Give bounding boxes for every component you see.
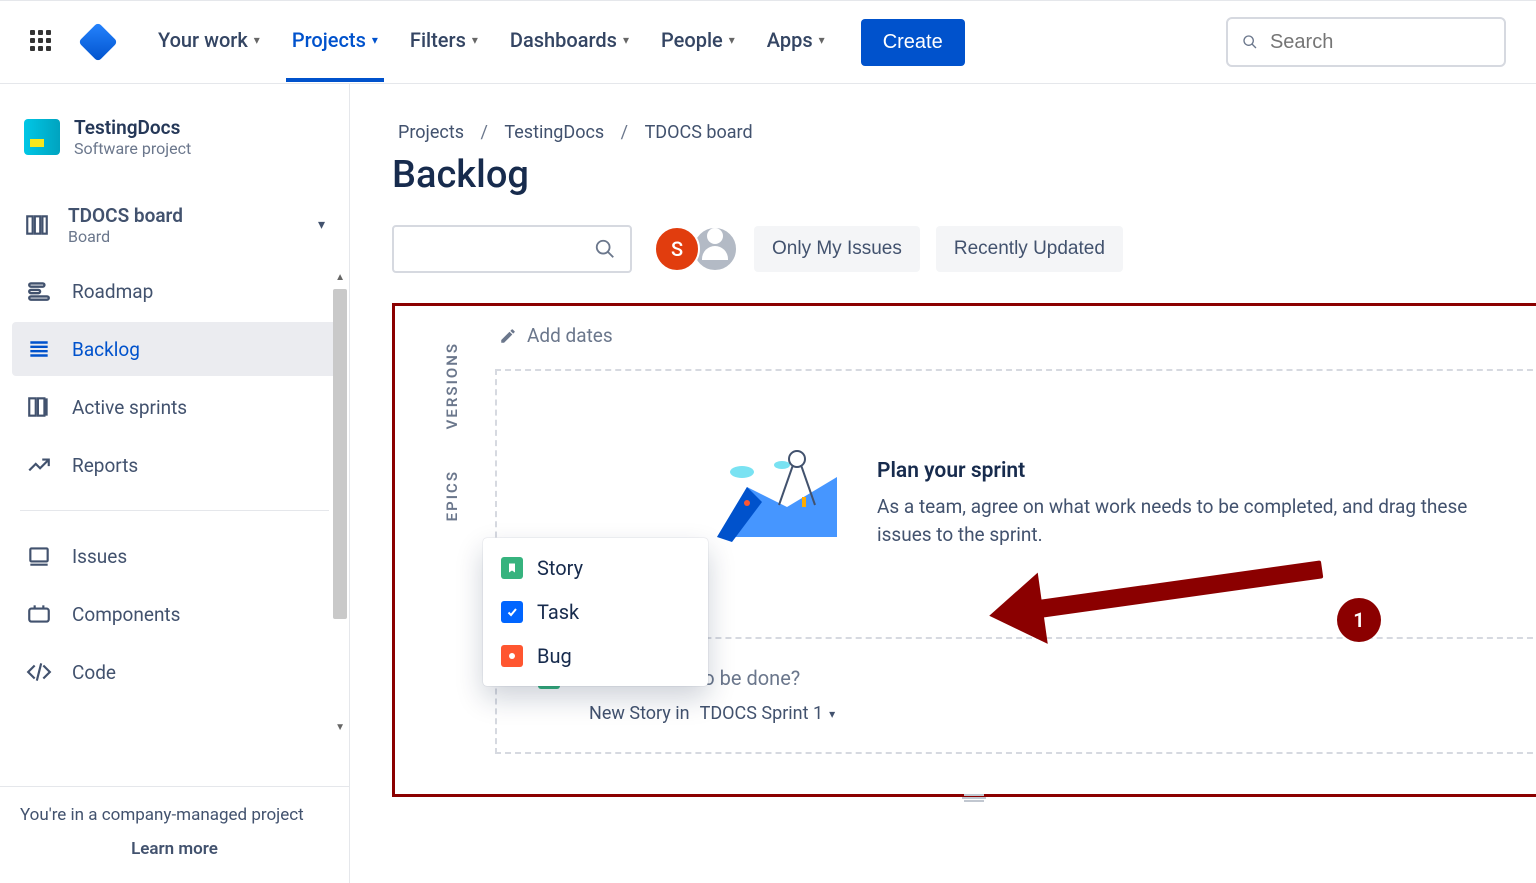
versions-panel-toggle[interactable]: VERSIONS bbox=[443, 342, 461, 429]
global-search[interactable] bbox=[1226, 17, 1506, 67]
sidebar-footer: You're in a company-managed project Lear… bbox=[0, 786, 349, 883]
issue-type-menu: Story Task Bug bbox=[483, 538, 708, 686]
chevron-down-icon: ▾ bbox=[254, 33, 260, 47]
scrollbar-down-icon[interactable]: ▼ bbox=[335, 722, 345, 733]
sidebar-item-active-sprints[interactable]: Active sprints bbox=[12, 380, 337, 434]
nav-filters[interactable]: Filters▾ bbox=[404, 2, 484, 82]
sprint-name: TDOCS Sprint 1 bbox=[700, 703, 824, 724]
crumb-projects[interactable]: Projects bbox=[398, 122, 464, 143]
global-search-input[interactable] bbox=[1270, 31, 1490, 54]
menu-item-label: Story bbox=[537, 556, 583, 580]
menu-item-label: Task bbox=[537, 600, 579, 624]
chevron-down-icon: ▾ bbox=[623, 33, 629, 47]
sidebar-item-label: Backlog bbox=[72, 338, 140, 361]
sidebar-item-label: Reports bbox=[72, 454, 138, 477]
pencil-icon bbox=[499, 327, 517, 345]
chevron-down-icon: ▾ bbox=[829, 707, 835, 721]
main-content: Projects / TestingDocs / TDOCS board Bac… bbox=[350, 84, 1536, 883]
code-icon bbox=[26, 659, 52, 685]
nav-your-work[interactable]: Your work▾ bbox=[152, 2, 266, 82]
avatar-user-s[interactable]: S bbox=[654, 226, 700, 272]
story-type-icon bbox=[501, 557, 523, 579]
chevron-down-icon: ▾ bbox=[372, 33, 378, 47]
sidebar-item-label: Issues bbox=[72, 545, 127, 568]
filter-only-my-issues[interactable]: Only My Issues bbox=[754, 226, 920, 272]
sidebar: ▲ ▼ TestingDocs Software project TDOCS b… bbox=[0, 84, 350, 883]
sidebar-item-backlog[interactable]: Backlog bbox=[12, 322, 337, 376]
empty-state-title: Plan your sprint bbox=[877, 459, 1513, 483]
backlog-toolbar: S Only My Issues Recently Updated bbox=[392, 225, 1496, 273]
scrollbar-thumb[interactable] bbox=[333, 289, 347, 619]
board-icon bbox=[24, 212, 50, 238]
jira-logo-icon[interactable] bbox=[78, 22, 118, 62]
crumb-project-name[interactable]: TestingDocs bbox=[504, 122, 604, 143]
scrollbar-up-icon[interactable]: ▲ bbox=[335, 272, 345, 283]
target-sprint-selector[interactable]: TDOCS Sprint 1 ▾ bbox=[700, 703, 836, 724]
add-dates-label: Add dates bbox=[527, 324, 613, 347]
menu-item-label: Bug bbox=[537, 644, 572, 668]
roadmap-icon bbox=[26, 278, 52, 304]
assignee-filter: S bbox=[654, 226, 738, 272]
resize-handle-icon[interactable] bbox=[960, 789, 988, 808]
top-nav: Your work▾ Projects▾ Filters▾ Dashboards… bbox=[0, 0, 1536, 84]
issues-icon bbox=[26, 543, 52, 569]
sidebar-item-code[interactable]: Code bbox=[12, 645, 337, 699]
nav-people[interactable]: People▾ bbox=[655, 2, 741, 82]
board-sub: Board bbox=[68, 227, 183, 246]
board-selector[interactable]: TDOCS board Board ▾ bbox=[12, 190, 337, 260]
issue-type-task[interactable]: Task bbox=[483, 590, 708, 634]
board-name: TDOCS board bbox=[68, 204, 183, 227]
search-icon bbox=[594, 238, 616, 260]
annotation-highlight-box: VERSIONS EPICS Add dates bbox=[392, 303, 1536, 797]
empty-state-description: As a team, agree on what work needs to b… bbox=[877, 493, 1513, 550]
plan-sprint-illustration-icon bbox=[707, 447, 847, 557]
bug-type-icon bbox=[501, 645, 523, 667]
chevron-down-icon: ▾ bbox=[472, 33, 478, 47]
sidebar-item-reports[interactable]: Reports bbox=[12, 438, 337, 492]
sidebar-item-label: Active sprints bbox=[72, 396, 187, 419]
learn-more-link[interactable]: Learn more bbox=[20, 839, 329, 859]
sidebar-item-label: Roadmap bbox=[72, 280, 153, 303]
create-button[interactable]: Create bbox=[861, 19, 965, 66]
issue-type-bug[interactable]: Bug bbox=[483, 634, 708, 678]
sidebar-item-roadmap[interactable]: Roadmap bbox=[12, 264, 337, 318]
nav-projects[interactable]: Projects▾ bbox=[286, 2, 384, 82]
search-icon bbox=[1242, 33, 1258, 51]
filter-recently-updated[interactable]: Recently Updated bbox=[936, 226, 1123, 272]
sidebar-item-label: Code bbox=[72, 661, 116, 684]
sidebar-item-issues[interactable]: Issues bbox=[12, 529, 337, 583]
task-type-icon bbox=[501, 601, 523, 623]
add-dates-button[interactable]: Add dates bbox=[499, 324, 1536, 347]
new-story-label: New Story in bbox=[589, 703, 690, 724]
nav-apps[interactable]: Apps▾ bbox=[761, 2, 831, 82]
project-icon bbox=[24, 119, 60, 155]
annotation-number-badge: 1 bbox=[1337, 598, 1381, 642]
breadcrumb: Projects / TestingDocs / TDOCS board bbox=[392, 122, 1496, 143]
footer-text: You're in a company-managed project bbox=[20, 805, 329, 825]
sidebar-item-label: Components bbox=[72, 603, 180, 626]
components-icon bbox=[26, 601, 52, 627]
issue-type-story[interactable]: Story bbox=[483, 546, 708, 590]
chevron-down-icon: ▾ bbox=[318, 217, 325, 233]
sidebar-item-components[interactable]: Components bbox=[12, 587, 337, 641]
chevron-down-icon: ▾ bbox=[729, 33, 735, 47]
app-switcher-icon[interactable] bbox=[30, 30, 54, 54]
crumb-board[interactable]: TDOCS board bbox=[645, 122, 753, 143]
page-title: Backlog bbox=[392, 153, 1496, 197]
project-header[interactable]: TestingDocs Software project bbox=[0, 108, 349, 166]
sprints-icon bbox=[26, 394, 52, 420]
reports-icon bbox=[26, 452, 52, 478]
backlog-search[interactable] bbox=[392, 225, 632, 273]
project-name: TestingDocs bbox=[74, 116, 191, 139]
project-type: Software project bbox=[74, 139, 191, 158]
backlog-icon bbox=[26, 336, 52, 362]
epics-panel-toggle[interactable]: EPICS bbox=[443, 470, 461, 521]
nav-dashboards[interactable]: Dashboards▾ bbox=[504, 2, 635, 82]
chevron-down-icon: ▾ bbox=[819, 33, 825, 47]
